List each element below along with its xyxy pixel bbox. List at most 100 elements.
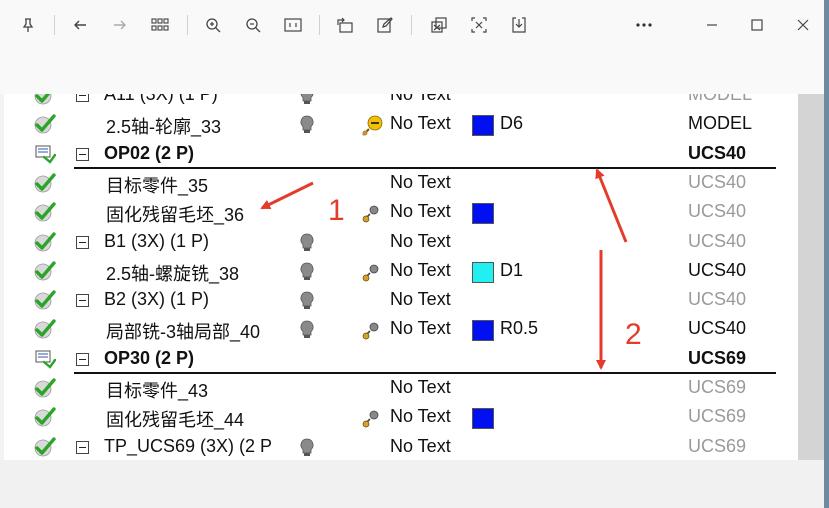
setup-status-icon[interactable] (34, 349, 57, 369)
color-swatch (472, 320, 494, 342)
vertical-scrollbar[interactable] (798, 94, 824, 460)
lightbulb-icon[interactable] (300, 115, 314, 135)
collapse-toggle-icon[interactable] (76, 294, 89, 308)
ucs-label: UCS40 (688, 230, 747, 251)
collapse-toggle-icon[interactable] (76, 94, 89, 102)
check-icon[interactable] (34, 378, 56, 398)
comment-text: No Text (390, 230, 451, 251)
row-name[interactable]: OP30 (2 P) (104, 348, 194, 369)
row-name[interactable]: 2.5轴-螺旋铣_38 (106, 260, 239, 286)
tree-row[interactable]: TP_UCS69 (3X) (2 P No Text UCS69 (4, 433, 798, 460)
tree-row[interactable]: B2 (3X) (1 P) No Text UCS40 (4, 286, 798, 315)
separator-line (74, 372, 776, 374)
tree-row[interactable]: 固化残留毛坯_44 No Text UCS69 (4, 403, 798, 432)
minimize-icon[interactable] (698, 11, 726, 39)
color-swatch (472, 408, 494, 430)
setup-row[interactable]: OP02 (2 P) UCS40 (4, 140, 798, 169)
check-icon[interactable] (34, 94, 56, 105)
check-icon[interactable] (34, 407, 56, 427)
row-name[interactable]: OP02 (2 P) (104, 143, 194, 164)
lightbulb-icon[interactable] (300, 262, 314, 282)
rotate-icon[interactable] (331, 11, 359, 39)
zoom-in-icon[interactable] (199, 11, 227, 39)
comment-text: No Text (390, 201, 451, 222)
window-edge (824, 0, 829, 508)
grid-icon[interactable] (146, 11, 174, 39)
tree-row[interactable]: A11 (3X) (1 P) No Text MODEL (4, 94, 798, 110)
tool-size: D6 (500, 113, 524, 134)
tree-row[interactable]: 2.5轴-螺旋铣_38 No Text D1 UCS40 (4, 257, 798, 286)
zoom-out-icon[interactable] (239, 11, 267, 39)
collapse-toggle-icon[interactable] (76, 440, 89, 454)
separator-line (74, 167, 776, 169)
row-name[interactable]: TP_UCS69 (3X) (2 P (104, 436, 272, 457)
color-swatch (472, 203, 494, 225)
ucs-label: MODEL (688, 94, 753, 104)
lightbulb-icon[interactable] (300, 438, 314, 458)
check-icon[interactable] (34, 290, 56, 310)
ucs-label: UCS69 (688, 435, 747, 456)
row-name[interactable]: A11 (3X) (1 P) (104, 94, 218, 105)
collapse-toggle-icon[interactable] (76, 147, 89, 161)
row-name[interactable]: 目标零件_35 (106, 172, 208, 198)
fit-icon[interactable] (279, 11, 307, 39)
check-icon[interactable] (34, 202, 56, 222)
comment-text: No Text (390, 289, 451, 310)
ucs-label: UCS69 (688, 377, 747, 397)
forward-icon[interactable] (106, 11, 134, 39)
tree-row[interactable]: 固化残留毛坯_36 No Text UCS40 (4, 198, 798, 227)
lightbulb-icon[interactable] (300, 94, 314, 106)
tree-row[interactable]: 目标零件_43 No Text UCS69 (4, 374, 798, 403)
tool-status-icon (360, 114, 384, 137)
check-icon[interactable] (34, 436, 56, 457)
row-name[interactable]: 2.5轴-轮廓_33 (106, 113, 221, 139)
save-icon[interactable] (505, 11, 533, 39)
ucs-label: UCS69 (688, 347, 747, 368)
row-name[interactable]: 固化残留毛坯_44 (106, 406, 244, 432)
lightbulb-icon[interactable] (300, 291, 314, 311)
comment-text: No Text (390, 406, 451, 427)
tree-row[interactable]: 2.5轴-轮廓_33 No Text D6 MODEL (4, 110, 798, 139)
ucs-label: UCS40 (688, 201, 747, 222)
copy-icon[interactable] (425, 11, 453, 39)
maximize-icon[interactable] (743, 11, 771, 39)
back-icon[interactable] (66, 11, 94, 39)
row-name[interactable]: B1 (3X) (1 P) (104, 231, 209, 252)
crop-icon[interactable] (465, 11, 493, 39)
toolbar-separator (54, 15, 55, 35)
ucs-label: UCS40 (688, 318, 747, 339)
ucs-label: UCS69 (688, 406, 747, 427)
lightbulb-icon[interactable] (300, 320, 314, 340)
ucs-label: UCS40 (688, 142, 747, 163)
check-icon[interactable] (34, 114, 56, 134)
lightbulb-icon[interactable] (300, 233, 314, 253)
setup-row[interactable]: OP30 (2 P) UCS69 (4, 345, 798, 374)
tree-row[interactable]: 目标零件_35 No Text UCS40 (4, 169, 798, 198)
row-name[interactable]: 目标零件_43 (106, 377, 208, 403)
collapse-toggle-icon[interactable] (76, 352, 89, 366)
row-name[interactable]: 局部铣-3轴局部_40 (106, 318, 260, 344)
ribbon-area (0, 52, 829, 94)
annotation-label-2: 2 (625, 318, 642, 351)
check-icon[interactable] (34, 231, 56, 252)
check-icon[interactable] (34, 173, 56, 193)
tree-row[interactable]: B1 (3X) (1 P) No Text UCS40 (4, 228, 798, 257)
operation-tree: A11 (3X) (1 P) No Text MODEL 2.5轴-轮廓_33 No T… (4, 94, 798, 460)
close-icon[interactable] (789, 11, 817, 39)
comment-text: No Text (390, 259, 451, 280)
edit-icon[interactable] (371, 11, 399, 39)
more-icon[interactable] (630, 11, 658, 39)
setup-status-icon[interactable] (34, 144, 57, 164)
tool-icon (360, 319, 384, 341)
comment-text: No Text (390, 94, 451, 104)
toolbar-separator (319, 15, 320, 35)
pin-icon[interactable] (14, 11, 42, 39)
toolbar-separator (411, 15, 412, 35)
collapse-toggle-icon[interactable] (76, 235, 89, 249)
tree-row[interactable]: 局部铣-3轴局部_40 No Text R0.5 UCS40 (4, 315, 798, 344)
row-name[interactable]: B2 (3X) (1 P) (104, 289, 209, 310)
comment-text: No Text (390, 435, 451, 456)
check-icon[interactable] (34, 261, 56, 281)
check-icon[interactable] (34, 319, 56, 339)
row-name[interactable]: 固化残留毛坯_36 (106, 201, 244, 227)
